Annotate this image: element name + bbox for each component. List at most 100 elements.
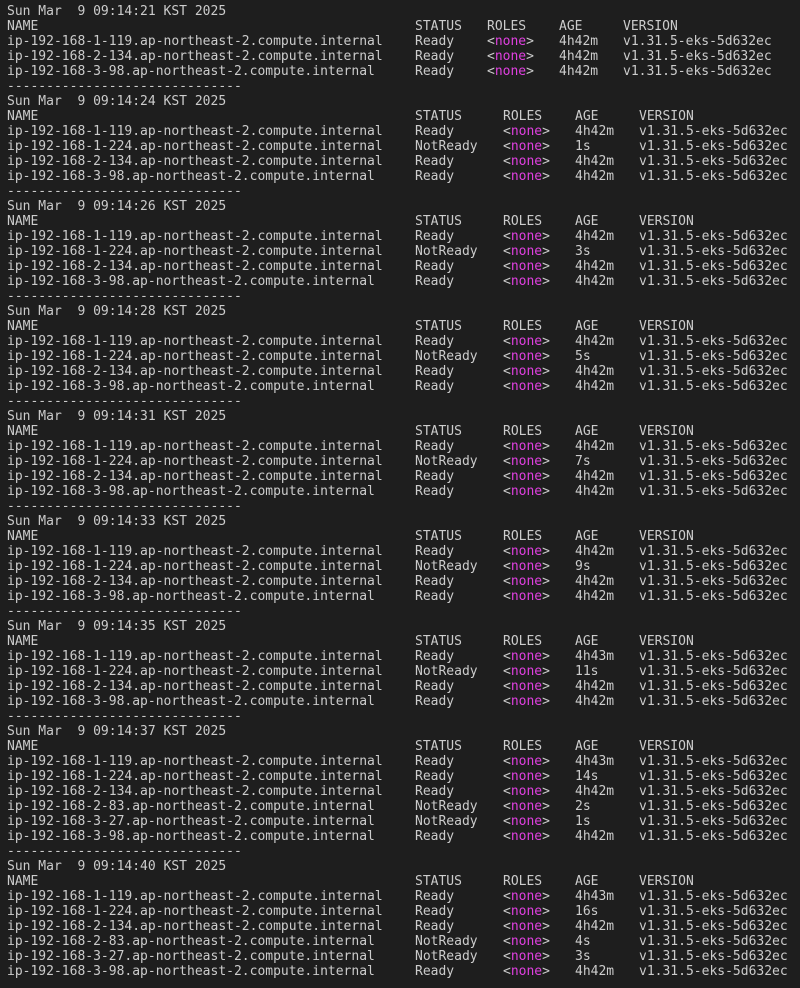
table-row: ip-192-168-1-119.ap-northeast-2.compute.…	[7, 334, 800, 349]
node-status: Ready	[415, 769, 455, 784]
node-roles: <none>	[503, 274, 550, 289]
header-status: STATUS	[415, 214, 462, 229]
node-version: v1.31.5-eks-5d632ec	[639, 544, 788, 559]
table-header: NAME STATUS ROLES AGE VERSION	[7, 319, 800, 334]
role-value: none	[510, 169, 543, 184]
node-status: Ready	[415, 154, 455, 169]
node-age: 5s	[575, 349, 591, 364]
timestamp-line: Sun Mar 9 09:14:33 KST 2025	[7, 514, 227, 529]
node-name: ip-192-168-1-224.ap-northeast-2.compute.…	[7, 664, 383, 679]
role-value: none	[510, 694, 543, 709]
node-status: NotReady	[415, 814, 478, 829]
table-header: NAME STATUS ROLES AGE VERSION	[7, 634, 800, 649]
header-name: NAME	[7, 214, 39, 229]
node-version: v1.31.5-eks-5d632ec	[639, 769, 788, 784]
node-status: Ready	[415, 694, 455, 709]
node-version: v1.31.5-eks-5d632ec	[639, 334, 788, 349]
node-status: NotReady	[415, 559, 478, 574]
node-status: Ready	[415, 964, 455, 979]
node-age: 3s	[575, 244, 591, 259]
node-age: 4h42m	[575, 274, 615, 289]
role-value: none	[510, 229, 543, 244]
header-version: VERSION	[639, 424, 694, 439]
header-status: STATUS	[415, 109, 462, 124]
node-name: ip-192-168-1-119.ap-northeast-2.compute.…	[7, 229, 383, 244]
node-version: v1.31.5-eks-5d632ec	[639, 379, 788, 394]
table-header: NAME STATUS ROLES AGE VERSION	[7, 424, 800, 439]
header-roles: ROLES	[487, 19, 527, 34]
node-name: ip-192-168-1-224.ap-northeast-2.compute.…	[7, 904, 383, 919]
node-status: Ready	[415, 544, 455, 559]
node-version: v1.31.5-eks-5d632ec	[639, 949, 788, 964]
node-roles: <none>	[503, 349, 550, 364]
table-header: NAME STATUS ROLES AGE VERSION	[7, 529, 800, 544]
node-version: v1.31.5-eks-5d632ec	[639, 139, 788, 154]
node-status: Ready	[415, 34, 455, 49]
table-row: ip-192-168-1-224.ap-northeast-2.compute.…	[7, 244, 800, 259]
header-name: NAME	[7, 19, 39, 34]
header-roles: ROLES	[503, 109, 543, 124]
node-version: v1.31.5-eks-5d632ec	[639, 964, 788, 979]
header-status: STATUS	[415, 19, 462, 34]
node-age: 7s	[575, 454, 591, 469]
role-value: none	[510, 784, 543, 799]
table-row: ip-192-168-3-98.ap-northeast-2.compute.i…	[7, 589, 800, 604]
node-status: Ready	[415, 889, 455, 904]
timestamp-line: Sun Mar 9 09:14:21 KST 2025	[7, 4, 227, 19]
node-age: 4h42m	[575, 229, 615, 244]
node-age: 4h42m	[575, 784, 615, 799]
node-version: v1.31.5-eks-5d632ec	[639, 364, 788, 379]
node-name: ip-192-168-2-134.ap-northeast-2.compute.…	[7, 919, 383, 934]
node-name: ip-192-168-3-98.ap-northeast-2.compute.i…	[7, 169, 375, 184]
table-row: ip-192-168-1-119.ap-northeast-2.compute.…	[7, 229, 800, 244]
node-roles: <none>	[503, 259, 550, 274]
role-value: none	[510, 964, 543, 979]
role-value: none	[510, 664, 543, 679]
role-value: none	[510, 649, 543, 664]
node-roles: <none>	[503, 559, 550, 574]
node-version: v1.31.5-eks-5d632ec	[639, 754, 788, 769]
header-name: NAME	[7, 319, 39, 334]
node-roles: <none>	[503, 964, 550, 979]
node-status: Ready	[415, 259, 455, 274]
node-version: v1.31.5-eks-5d632ec	[639, 589, 788, 604]
node-roles: <none>	[503, 544, 550, 559]
node-roles: <none>	[487, 64, 534, 79]
node-version: v1.31.5-eks-5d632ec	[639, 484, 788, 499]
role-value: none	[510, 949, 543, 964]
table-row: ip-192-168-1-224.ap-northeast-2.compute.…	[7, 904, 800, 919]
node-status: Ready	[415, 829, 455, 844]
timestamp-line: Sun Mar 9 09:14:31 KST 2025	[7, 409, 227, 424]
header-status: STATUS	[415, 739, 462, 754]
node-roles: <none>	[503, 904, 550, 919]
node-name: ip-192-168-2-134.ap-northeast-2.compute.…	[7, 469, 383, 484]
node-name: ip-192-168-1-119.ap-northeast-2.compute.…	[7, 754, 383, 769]
node-age: 4h42m	[559, 49, 599, 64]
node-status: Ready	[415, 784, 455, 799]
node-version: v1.31.5-eks-5d632ec	[639, 919, 788, 934]
node-status: Ready	[415, 484, 455, 499]
role-value: none	[510, 469, 543, 484]
role-value: none	[510, 244, 543, 259]
node-version: v1.31.5-eks-5d632ec	[639, 259, 788, 274]
output-block: Sun Mar 9 09:14:26 KST 2025 NAME STATUS ROL…	[7, 199, 800, 304]
table-row: ip-192-168-2-83.ap-northeast-2.compute.i…	[7, 799, 800, 814]
table-row: ip-192-168-1-224.ap-northeast-2.compute.…	[7, 349, 800, 364]
header-version: VERSION	[639, 319, 694, 334]
node-age: 4h43m	[575, 889, 615, 904]
timestamp-line: Sun Mar 9 09:14:28 KST 2025	[7, 304, 227, 319]
terminal-output[interactable]: Sun Mar 9 09:14:21 KST 2025 NAME STATUS ROL…	[0, 0, 800, 988]
role-value: none	[510, 334, 543, 349]
node-roles: <none>	[503, 754, 550, 769]
node-status: Ready	[415, 649, 455, 664]
separator-line: ------------------------------	[7, 79, 242, 94]
table-header: NAME STATUS ROLES AGE VERSION	[7, 214, 800, 229]
header-version: VERSION	[639, 109, 694, 124]
node-status: Ready	[415, 469, 455, 484]
node-name: ip-192-168-3-98.ap-northeast-2.compute.i…	[7, 64, 375, 79]
header-age: AGE	[575, 109, 599, 124]
node-age: 4h42m	[575, 169, 615, 184]
role-value: none	[510, 799, 543, 814]
output-block: Sun Mar 9 09:14:24 KST 2025 NAME STATUS ROL…	[7, 94, 800, 199]
node-age: 1s	[575, 139, 591, 154]
